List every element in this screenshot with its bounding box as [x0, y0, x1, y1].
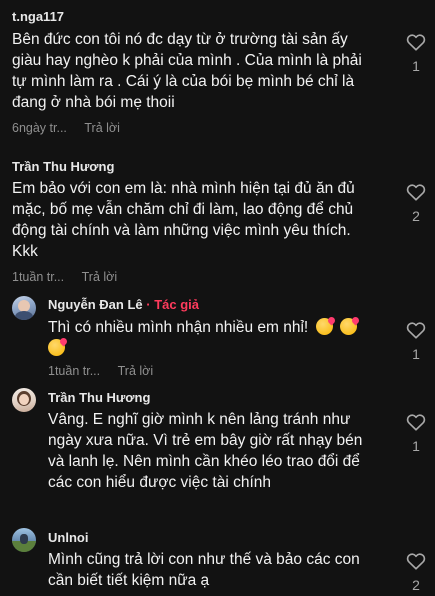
- reply-username[interactable]: Trần Thu Hương: [48, 390, 150, 405]
- comment-text-line: Kkk: [12, 243, 38, 260]
- comment-meta: 1tuần tr... Trả lời: [12, 270, 117, 284]
- reply: Unlnoi Mình cũng trả lời con như thế và …: [0, 522, 435, 596]
- reply-text-line: cần biết tiết kiệm nữa ạ: [48, 572, 210, 589]
- smiling-face-with-hearts-icon: [315, 318, 333, 335]
- reply-text: Thì có nhiều mình nhận nhiều em nhỉ!: [48, 317, 378, 359]
- reply-button[interactable]: Trả lời: [82, 270, 118, 284]
- comment-text-line: Em bảo với con em là: nhà mình hiện tại …: [12, 180, 355, 197]
- like-button[interactable]: 2: [405, 552, 427, 593]
- avatar[interactable]: [12, 296, 36, 320]
- like-count: 1: [412, 438, 420, 454]
- avatar[interactable]: [12, 528, 36, 552]
- comment-text: Bên đức con tôi nó đc dạy từ ở trường tà…: [12, 29, 397, 113]
- comment-text-line: động tài chính và làm những việc mình yê…: [12, 222, 351, 239]
- heart-outline-icon: [406, 414, 426, 431]
- comment-meta: 6ngày tr... Trả lời: [12, 121, 120, 135]
- reply-text-line: các con hiểu được việc tài chính: [48, 474, 272, 491]
- avatar[interactable]: [12, 388, 36, 412]
- comment: Trần Thu Hương Em bảo với con em là: nhà…: [0, 150, 435, 290]
- comment-username[interactable]: Trần Thu Hương: [12, 159, 114, 174]
- reply-text-line: Thì có nhiều mình nhận nhiều em nhỉ!: [48, 319, 309, 336]
- comment-username[interactable]: t.nga117: [12, 9, 64, 24]
- reply-text-line: ngày xưa nữa. Vì trẻ em bây giờ rất nhạy…: [48, 432, 363, 449]
- reply-username: Nguyễn Đan Lê · Tác giả: [48, 297, 199, 312]
- comment-text-line: đang ở nhà bói mẹ thoii: [12, 94, 175, 111]
- reply-time: 1tuần tr...: [48, 364, 101, 378]
- reply-text-line: Vâng. E nghĩ giờ mình k nên lảng tránh n…: [48, 411, 351, 428]
- reply-author-name[interactable]: Nguyễn Đan Lê: [48, 297, 143, 312]
- comment-text-line: tự mình làm ra . Cái ý là của bói bẹ mìn…: [12, 73, 355, 90]
- reply: Trần Thu Hương Vâng. E nghĩ giờ mình k n…: [0, 382, 435, 522]
- reply-username[interactable]: Unlnoi: [48, 530, 88, 545]
- heart-outline-icon: [406, 184, 426, 201]
- heart-outline-icon: [406, 322, 426, 339]
- author-tag-badge: · Tác giả: [146, 297, 199, 312]
- comment-time: 6ngày tr...: [12, 121, 67, 135]
- like-count: 2: [412, 577, 420, 593]
- heart-outline-icon: [406, 553, 426, 570]
- reply-text-line: và lanh lẹ. Nên mình cần khéo léo trao đ…: [48, 453, 360, 470]
- comment-text-line: giàu hay nghèo k phải của mình . Của mìn…: [12, 52, 362, 69]
- comment-text-line: mặc, bố mẹ vẫn chăm chỉ đi làm, lao động…: [12, 201, 354, 218]
- comment: t.nga117 Bên đức con tôi nó đc dạy từ ở …: [0, 0, 435, 140]
- like-count: 1: [412, 58, 420, 74]
- smiling-face-with-hearts-icon: [339, 318, 357, 335]
- like-button[interactable]: 1: [405, 33, 427, 74]
- reply: Nguyễn Đan Lê · Tác giả Thì có nhiều mìn…: [0, 290, 435, 382]
- reply-text: Vâng. E nghĩ giờ mình k nên lảng tránh n…: [48, 409, 398, 493]
- like-button[interactable]: 1: [405, 321, 427, 362]
- reply-text-line: Mình cũng trả lời con như thế và bảo các…: [48, 551, 360, 568]
- like-count: 1: [412, 346, 420, 362]
- comment-text: Em bảo với con em là: nhà mình hiện tại …: [12, 178, 397, 262]
- reply-text: Mình cũng trả lời con như thế và bảo các…: [48, 549, 398, 591]
- comment-time: 1tuần tr...: [12, 270, 65, 284]
- smiling-face-with-hearts-icon: [48, 339, 65, 356]
- like-button[interactable]: 2: [405, 183, 427, 224]
- reply-button[interactable]: Trả lời: [118, 364, 154, 378]
- like-button[interactable]: 1: [405, 413, 427, 454]
- like-count: 2: [412, 208, 420, 224]
- heart-outline-icon: [406, 34, 426, 51]
- comment-text-line: Bên đức con tôi nó đc dạy từ ở trường tà…: [12, 31, 348, 48]
- reply-meta: 1tuần tr... Trả lời: [48, 364, 153, 378]
- reply-button[interactable]: Trả lời: [84, 121, 120, 135]
